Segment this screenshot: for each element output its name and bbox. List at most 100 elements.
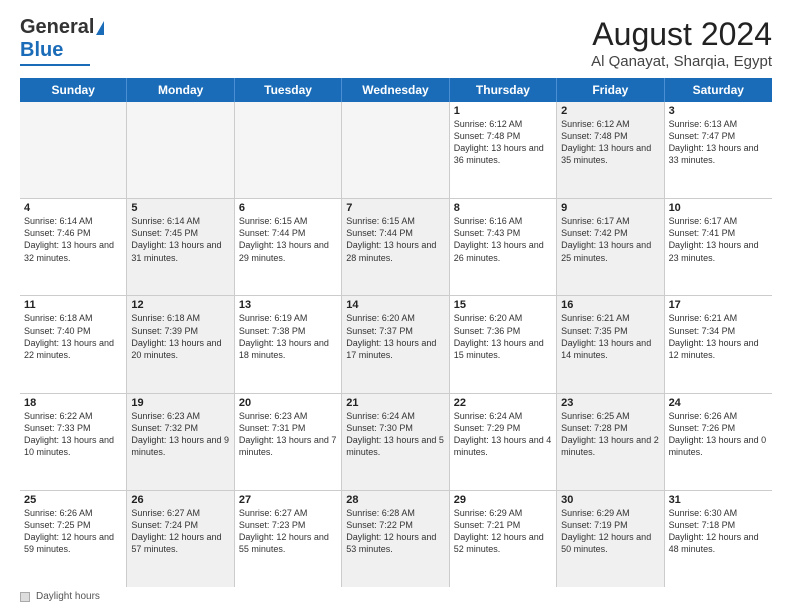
- calendar-cell: 2Sunrise: 6:12 AM Sunset: 7:48 PM Daylig…: [557, 102, 664, 198]
- day-number: 24: [669, 397, 768, 409]
- day-info: Sunrise: 6:18 AM Sunset: 7:39 PM Dayligh…: [131, 312, 229, 361]
- day-info: Sunrise: 6:19 AM Sunset: 7:38 PM Dayligh…: [239, 312, 337, 361]
- day-number: 30: [561, 494, 659, 506]
- day-info: Sunrise: 6:14 AM Sunset: 7:45 PM Dayligh…: [131, 215, 229, 264]
- day-info: Sunrise: 6:20 AM Sunset: 7:37 PM Dayligh…: [346, 312, 444, 361]
- day-number: 18: [24, 397, 122, 409]
- day-number: 28: [346, 494, 444, 506]
- calendar-cell: [342, 102, 449, 198]
- day-info: Sunrise: 6:12 AM Sunset: 7:48 PM Dayligh…: [561, 118, 659, 167]
- calendar-cell: [20, 102, 127, 198]
- day-number: 9: [561, 202, 659, 214]
- day-info: Sunrise: 6:27 AM Sunset: 7:23 PM Dayligh…: [239, 507, 337, 556]
- calendar-row-0: 1Sunrise: 6:12 AM Sunset: 7:48 PM Daylig…: [20, 102, 772, 199]
- footer-dot-icon: [20, 592, 30, 602]
- header-tuesday: Tuesday: [235, 78, 342, 102]
- day-number: 4: [24, 202, 122, 214]
- day-info: Sunrise: 6:20 AM Sunset: 7:36 PM Dayligh…: [454, 312, 552, 361]
- header-wednesday: Wednesday: [342, 78, 449, 102]
- logo-blue-text: Blue: [20, 39, 63, 62]
- day-number: 2: [561, 105, 659, 117]
- day-number: 16: [561, 299, 659, 311]
- calendar-cell: 16Sunrise: 6:21 AM Sunset: 7:35 PM Dayli…: [557, 296, 664, 392]
- calendar-cell: 7Sunrise: 6:15 AM Sunset: 7:44 PM Daylig…: [342, 199, 449, 295]
- page: General Blue August 2024 Al Qanayat, Sha…: [0, 0, 792, 612]
- calendar-cell: 4Sunrise: 6:14 AM Sunset: 7:46 PM Daylig…: [20, 199, 127, 295]
- logo-underline: [20, 64, 90, 66]
- day-number: 1: [454, 105, 552, 117]
- calendar-cell: 22Sunrise: 6:24 AM Sunset: 7:29 PM Dayli…: [450, 394, 557, 490]
- day-info: Sunrise: 6:28 AM Sunset: 7:22 PM Dayligh…: [346, 507, 444, 556]
- calendar-cell: 26Sunrise: 6:27 AM Sunset: 7:24 PM Dayli…: [127, 491, 234, 587]
- calendar-row-1: 4Sunrise: 6:14 AM Sunset: 7:46 PM Daylig…: [20, 199, 772, 296]
- header-friday: Friday: [557, 78, 664, 102]
- day-number: 31: [669, 494, 768, 506]
- day-info: Sunrise: 6:29 AM Sunset: 7:21 PM Dayligh…: [454, 507, 552, 556]
- day-number: 15: [454, 299, 552, 311]
- day-info: Sunrise: 6:16 AM Sunset: 7:43 PM Dayligh…: [454, 215, 552, 264]
- day-info: Sunrise: 6:24 AM Sunset: 7:30 PM Dayligh…: [346, 410, 444, 459]
- calendar-body: 1Sunrise: 6:12 AM Sunset: 7:48 PM Daylig…: [20, 102, 772, 587]
- calendar-cell: 5Sunrise: 6:14 AM Sunset: 7:45 PM Daylig…: [127, 199, 234, 295]
- day-info: Sunrise: 6:14 AM Sunset: 7:46 PM Dayligh…: [24, 215, 122, 264]
- calendar-cell: 24Sunrise: 6:26 AM Sunset: 7:26 PM Dayli…: [665, 394, 772, 490]
- day-number: 27: [239, 494, 337, 506]
- logo: General Blue: [20, 16, 104, 66]
- calendar-row-2: 11Sunrise: 6:18 AM Sunset: 7:40 PM Dayli…: [20, 296, 772, 393]
- calendar-header: Sunday Monday Tuesday Wednesday Thursday…: [20, 78, 772, 102]
- day-number: 7: [346, 202, 444, 214]
- calendar-cell: 1Sunrise: 6:12 AM Sunset: 7:48 PM Daylig…: [450, 102, 557, 198]
- day-number: 25: [24, 494, 122, 506]
- calendar-cell: 8Sunrise: 6:16 AM Sunset: 7:43 PM Daylig…: [450, 199, 557, 295]
- logo-general-text: General: [20, 16, 94, 39]
- calendar-row-3: 18Sunrise: 6:22 AM Sunset: 7:33 PM Dayli…: [20, 394, 772, 491]
- day-number: 20: [239, 397, 337, 409]
- footer: Daylight hours: [20, 591, 772, 602]
- calendar-cell: [235, 102, 342, 198]
- calendar-cell: 27Sunrise: 6:27 AM Sunset: 7:23 PM Dayli…: [235, 491, 342, 587]
- day-number: 13: [239, 299, 337, 311]
- day-info: Sunrise: 6:29 AM Sunset: 7:19 PM Dayligh…: [561, 507, 659, 556]
- header-saturday: Saturday: [665, 78, 772, 102]
- main-title: August 2024: [591, 16, 772, 53]
- calendar-cell: 25Sunrise: 6:26 AM Sunset: 7:25 PM Dayli…: [20, 491, 127, 587]
- calendar-cell: [127, 102, 234, 198]
- calendar-cell: 19Sunrise: 6:23 AM Sunset: 7:32 PM Dayli…: [127, 394, 234, 490]
- header-monday: Monday: [127, 78, 234, 102]
- day-info: Sunrise: 6:25 AM Sunset: 7:28 PM Dayligh…: [561, 410, 659, 459]
- day-number: 26: [131, 494, 229, 506]
- day-info: Sunrise: 6:22 AM Sunset: 7:33 PM Dayligh…: [24, 410, 122, 459]
- day-number: 11: [24, 299, 122, 311]
- day-info: Sunrise: 6:26 AM Sunset: 7:26 PM Dayligh…: [669, 410, 768, 459]
- day-info: Sunrise: 6:23 AM Sunset: 7:31 PM Dayligh…: [239, 410, 337, 459]
- day-info: Sunrise: 6:21 AM Sunset: 7:34 PM Dayligh…: [669, 312, 768, 361]
- day-info: Sunrise: 6:27 AM Sunset: 7:24 PM Dayligh…: [131, 507, 229, 556]
- day-number: 14: [346, 299, 444, 311]
- logo-triangle-icon: [96, 21, 104, 35]
- day-number: 6: [239, 202, 337, 214]
- day-number: 5: [131, 202, 229, 214]
- day-info: Sunrise: 6:21 AM Sunset: 7:35 PM Dayligh…: [561, 312, 659, 361]
- day-info: Sunrise: 6:12 AM Sunset: 7:48 PM Dayligh…: [454, 118, 552, 167]
- calendar-cell: 14Sunrise: 6:20 AM Sunset: 7:37 PM Dayli…: [342, 296, 449, 392]
- day-info: Sunrise: 6:15 AM Sunset: 7:44 PM Dayligh…: [346, 215, 444, 264]
- day-number: 21: [346, 397, 444, 409]
- day-info: Sunrise: 6:26 AM Sunset: 7:25 PM Dayligh…: [24, 507, 122, 556]
- day-number: 17: [669, 299, 768, 311]
- calendar-cell: 30Sunrise: 6:29 AM Sunset: 7:19 PM Dayli…: [557, 491, 664, 587]
- header-sunday: Sunday: [20, 78, 127, 102]
- calendar-cell: 21Sunrise: 6:24 AM Sunset: 7:30 PM Dayli…: [342, 394, 449, 490]
- calendar-cell: 17Sunrise: 6:21 AM Sunset: 7:34 PM Dayli…: [665, 296, 772, 392]
- calendar: Sunday Monday Tuesday Wednesday Thursday…: [20, 78, 772, 587]
- day-number: 29: [454, 494, 552, 506]
- day-info: Sunrise: 6:17 AM Sunset: 7:42 PM Dayligh…: [561, 215, 659, 264]
- header: General Blue August 2024 Al Qanayat, Sha…: [20, 16, 772, 70]
- day-number: 22: [454, 397, 552, 409]
- calendar-cell: 3Sunrise: 6:13 AM Sunset: 7:47 PM Daylig…: [665, 102, 772, 198]
- calendar-cell: 13Sunrise: 6:19 AM Sunset: 7:38 PM Dayli…: [235, 296, 342, 392]
- calendar-cell: 15Sunrise: 6:20 AM Sunset: 7:36 PM Dayli…: [450, 296, 557, 392]
- subtitle: Al Qanayat, Sharqia, Egypt: [591, 53, 772, 70]
- calendar-cell: 31Sunrise: 6:30 AM Sunset: 7:18 PM Dayli…: [665, 491, 772, 587]
- day-info: Sunrise: 6:18 AM Sunset: 7:40 PM Dayligh…: [24, 312, 122, 361]
- calendar-cell: 10Sunrise: 6:17 AM Sunset: 7:41 PM Dayli…: [665, 199, 772, 295]
